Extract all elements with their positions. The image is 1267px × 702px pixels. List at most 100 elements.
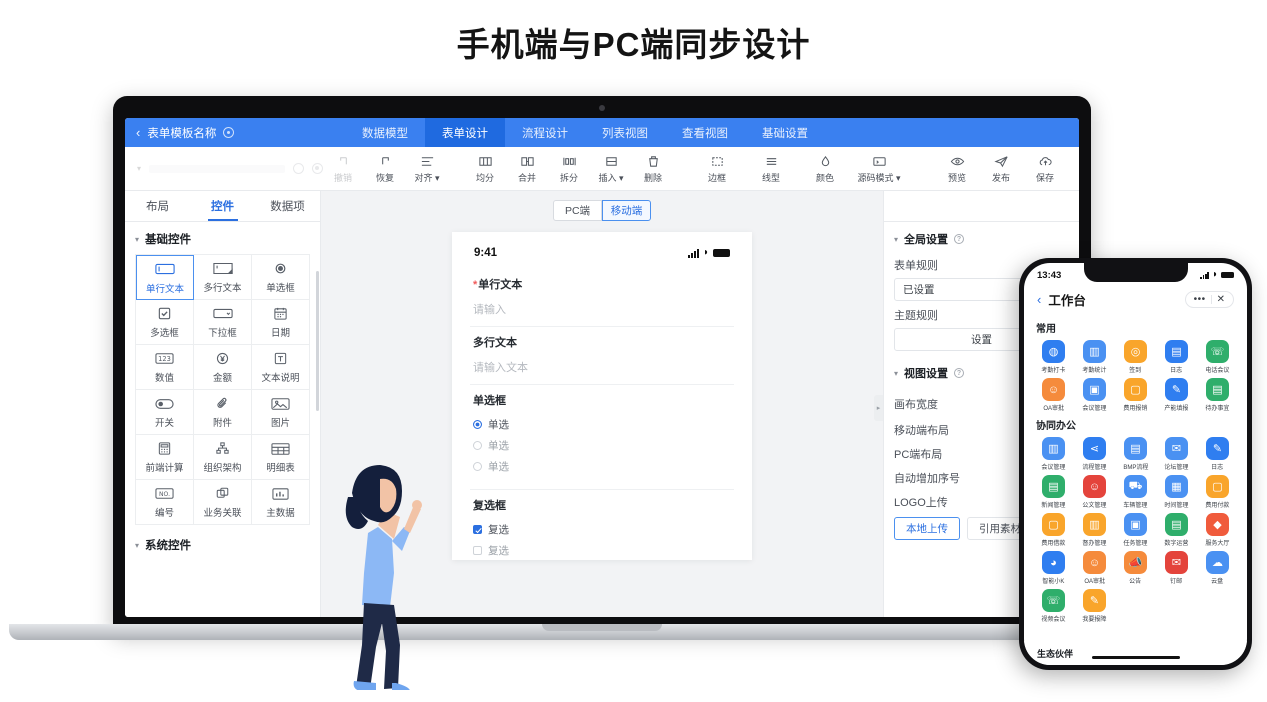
toolbar-button-distribute-icon[interactable]: 均分 [465, 152, 505, 186]
widget-org-chart[interactable]: 组织架构 [194, 435, 252, 480]
widget-calculator[interactable]: 前端计算 [136, 435, 194, 480]
widget-checkbox[interactable]: 多选框 [136, 300, 194, 345]
section-header-global-settings[interactable]: ▾ 全局设置 ? [884, 222, 1079, 251]
header-tab-4[interactable]: 查看视图 [665, 118, 745, 147]
app-item[interactable]: ▤ BMP流程 [1115, 437, 1156, 471]
toolbar-button-merge-icon[interactable]: 合并 [507, 152, 547, 186]
close-icon[interactable]: ✕ [1212, 294, 1230, 305]
toolbar-button-undo-icon[interactable]: 撤销 [323, 152, 363, 186]
preview-field[interactable]: 复选框复选复选复选 [470, 490, 734, 560]
app-item[interactable]: ▤ 日志 [1156, 340, 1197, 374]
app-item[interactable]: ✉ 钉邮 [1156, 551, 1197, 585]
toolbar-button-send-icon[interactable]: 发布 [981, 152, 1021, 186]
widget-image[interactable]: 图片 [252, 390, 310, 435]
widget-multi-line-text[interactable]: 多行文本 [194, 255, 252, 300]
app-item[interactable]: ▦ 时间管理 [1156, 475, 1197, 509]
radio-icon[interactable] [473, 420, 482, 429]
app-item[interactable]: ▤ 新闻管理 [1033, 475, 1074, 509]
app-item[interactable]: ☺ OA审批 [1074, 551, 1115, 585]
option-row[interactable]: 单选 [473, 459, 731, 474]
preview-field[interactable]: 多行文本 请输入文本 [470, 327, 734, 385]
toolbar-button-eye-icon[interactable]: 预览 [937, 152, 977, 186]
more-dots-icon[interactable]: ••• [1189, 294, 1211, 305]
gear-icon[interactable] [223, 127, 235, 138]
chevron-left-icon[interactable]: ‹ [1037, 292, 1041, 307]
app-item[interactable]: ▤ 待办事宜 [1197, 378, 1238, 412]
section-header-basic-widgets[interactable]: ▾ 基础控件 [125, 222, 320, 254]
app-item[interactable]: ◕ 智能小K [1033, 551, 1074, 585]
toolbar-button-split-icon[interactable]: 拆分 [549, 152, 589, 186]
device-tab-0[interactable]: PC端 [553, 200, 602, 221]
toolbar-button-redo-icon[interactable]: 恢复 [365, 152, 405, 186]
preview-field[interactable]: *单行文本 请输入 [470, 269, 734, 327]
toolbar-button-line-style-icon[interactable]: 线型 [745, 152, 797, 186]
left-panel-scrollbar[interactable] [316, 271, 319, 411]
checkbox-icon[interactable] [473, 525, 482, 534]
header-tab-5[interactable]: 基础设置 [745, 118, 825, 147]
toolbar-ghost-field[interactable] [149, 164, 285, 173]
toolbar-button-trash-icon[interactable]: 删除 [633, 152, 673, 186]
app-item[interactable]: ▥ 督办管理 [1074, 513, 1115, 547]
widget-table[interactable]: 明细表 [252, 435, 310, 480]
app-item[interactable]: ☁ 云盘 [1197, 551, 1238, 585]
app-item[interactable]: ▤ 数字运营 [1156, 513, 1197, 547]
header-tab-0[interactable]: 数据模型 [345, 118, 425, 147]
app-item[interactable]: ☏ 电话会议 [1197, 340, 1238, 374]
widget-serial-number[interactable]: NO. 编号 [136, 480, 194, 525]
widget-currency-yuan[interactable]: 金额 [194, 345, 252, 390]
device-tab-1[interactable]: 移动端 [602, 200, 651, 221]
radio-icon[interactable] [473, 462, 482, 471]
app-item[interactable]: ☺ 公文管理 [1074, 475, 1115, 509]
left-tab-2[interactable]: 数据项 [255, 191, 320, 221]
option-row[interactable]: 单选 [473, 417, 731, 432]
field-placeholder[interactable]: 请输入 [473, 301, 731, 317]
preview-field[interactable]: 单选框 单选 单选 单选 [470, 385, 734, 490]
left-tab-0[interactable]: 布局 [125, 191, 190, 221]
app-item[interactable]: ◆ 服务大厅 [1197, 513, 1238, 547]
toolbar-button-cloud-upload-icon[interactable]: 保存 [1025, 152, 1065, 186]
widget-toggle-switch[interactable]: 开关 [136, 390, 194, 435]
app-item[interactable]: ✎ 日志 [1197, 437, 1238, 471]
toolbar-button-code-icon[interactable]: 源码模式 ▾ [853, 152, 905, 186]
toolbar-button-insert-icon[interactable]: 插入 ▾ [591, 152, 631, 186]
header-tab-2[interactable]: 流程设计 [505, 118, 585, 147]
radio-icon[interactable] [473, 441, 482, 450]
help-icon[interactable]: ? [954, 368, 965, 378]
app-item[interactable]: ⋖ 流程管理 [1074, 437, 1115, 471]
widget-calendar[interactable]: 日期 [252, 300, 310, 345]
form-preview-canvas[interactable]: 9:41 ◗ *单行文本 请输入 多行文本 请输入文本 单选框 单选 单选 单选 复选框 复选 复选… [452, 232, 752, 560]
app-item[interactable]: ☏ 视频会议 [1033, 589, 1074, 623]
app-item[interactable]: ⛟ 车辆管理 [1115, 475, 1156, 509]
app-item[interactable]: ◎ 签到 [1115, 340, 1156, 374]
widget-single-line-text[interactable]: 单行文本 [136, 255, 194, 300]
app-item[interactable]: ▥ 考勤统计 [1074, 340, 1115, 374]
option-row[interactable]: 复选 [473, 522, 731, 537]
app-item[interactable]: ▢ 费用付款 [1197, 475, 1238, 509]
widget-number[interactable]: 123 数值 [136, 345, 194, 390]
app-item[interactable]: ◍ 考勤打卡 [1033, 340, 1074, 374]
canvas-collapse-handle[interactable]: ▸ [874, 395, 883, 422]
toolbar-button-border-icon[interactable]: 边框 [691, 152, 743, 186]
left-tab-1[interactable]: 控件 [190, 191, 255, 221]
back-icon[interactable]: ‹ [136, 125, 140, 140]
app-item[interactable]: ▣ 会议管理 [1074, 378, 1115, 412]
phone-app-list[interactable]: 常用 ◍ 考勤打卡 ▥ 考勤统计 ◎ 签到 ▤ 日志 ☏ 电话会议 ☺ OA审批 ▣ 会议管理 ▢ 费用报销 ✎ 产… [1024, 315, 1247, 665]
app-item[interactable]: ▢ 费用借款 [1033, 513, 1074, 547]
widget-bar-chart[interactable]: 主数据 [252, 480, 310, 525]
header-tab-3[interactable]: 列表视图 [585, 118, 665, 147]
app-item[interactable]: 📣 公告 [1115, 551, 1156, 585]
app-item[interactable]: ✎ 我要报障 [1074, 589, 1115, 623]
widget-radio[interactable]: 单选框 [252, 255, 310, 300]
app-item[interactable]: ☺ OA审批 [1033, 378, 1074, 412]
option-row[interactable]: 复选 [473, 543, 731, 558]
local-upload-button[interactable]: 本地上传 [894, 517, 960, 540]
app-item[interactable]: ▢ 费用报销 [1115, 378, 1156, 412]
field-placeholder[interactable]: 请输入文本 [473, 359, 731, 375]
chevron-down-icon[interactable]: ▾ [137, 164, 141, 173]
toolbar-button-align-icon[interactable]: 对齐 ▾ [407, 152, 447, 186]
app-item[interactable]: ▣ 任务管理 [1115, 513, 1156, 547]
widget-paperclip[interactable]: 附件 [194, 390, 252, 435]
circle-icon[interactable] [293, 163, 304, 174]
option-row[interactable]: 单选 [473, 438, 731, 453]
help-icon[interactable]: ? [954, 234, 965, 244]
